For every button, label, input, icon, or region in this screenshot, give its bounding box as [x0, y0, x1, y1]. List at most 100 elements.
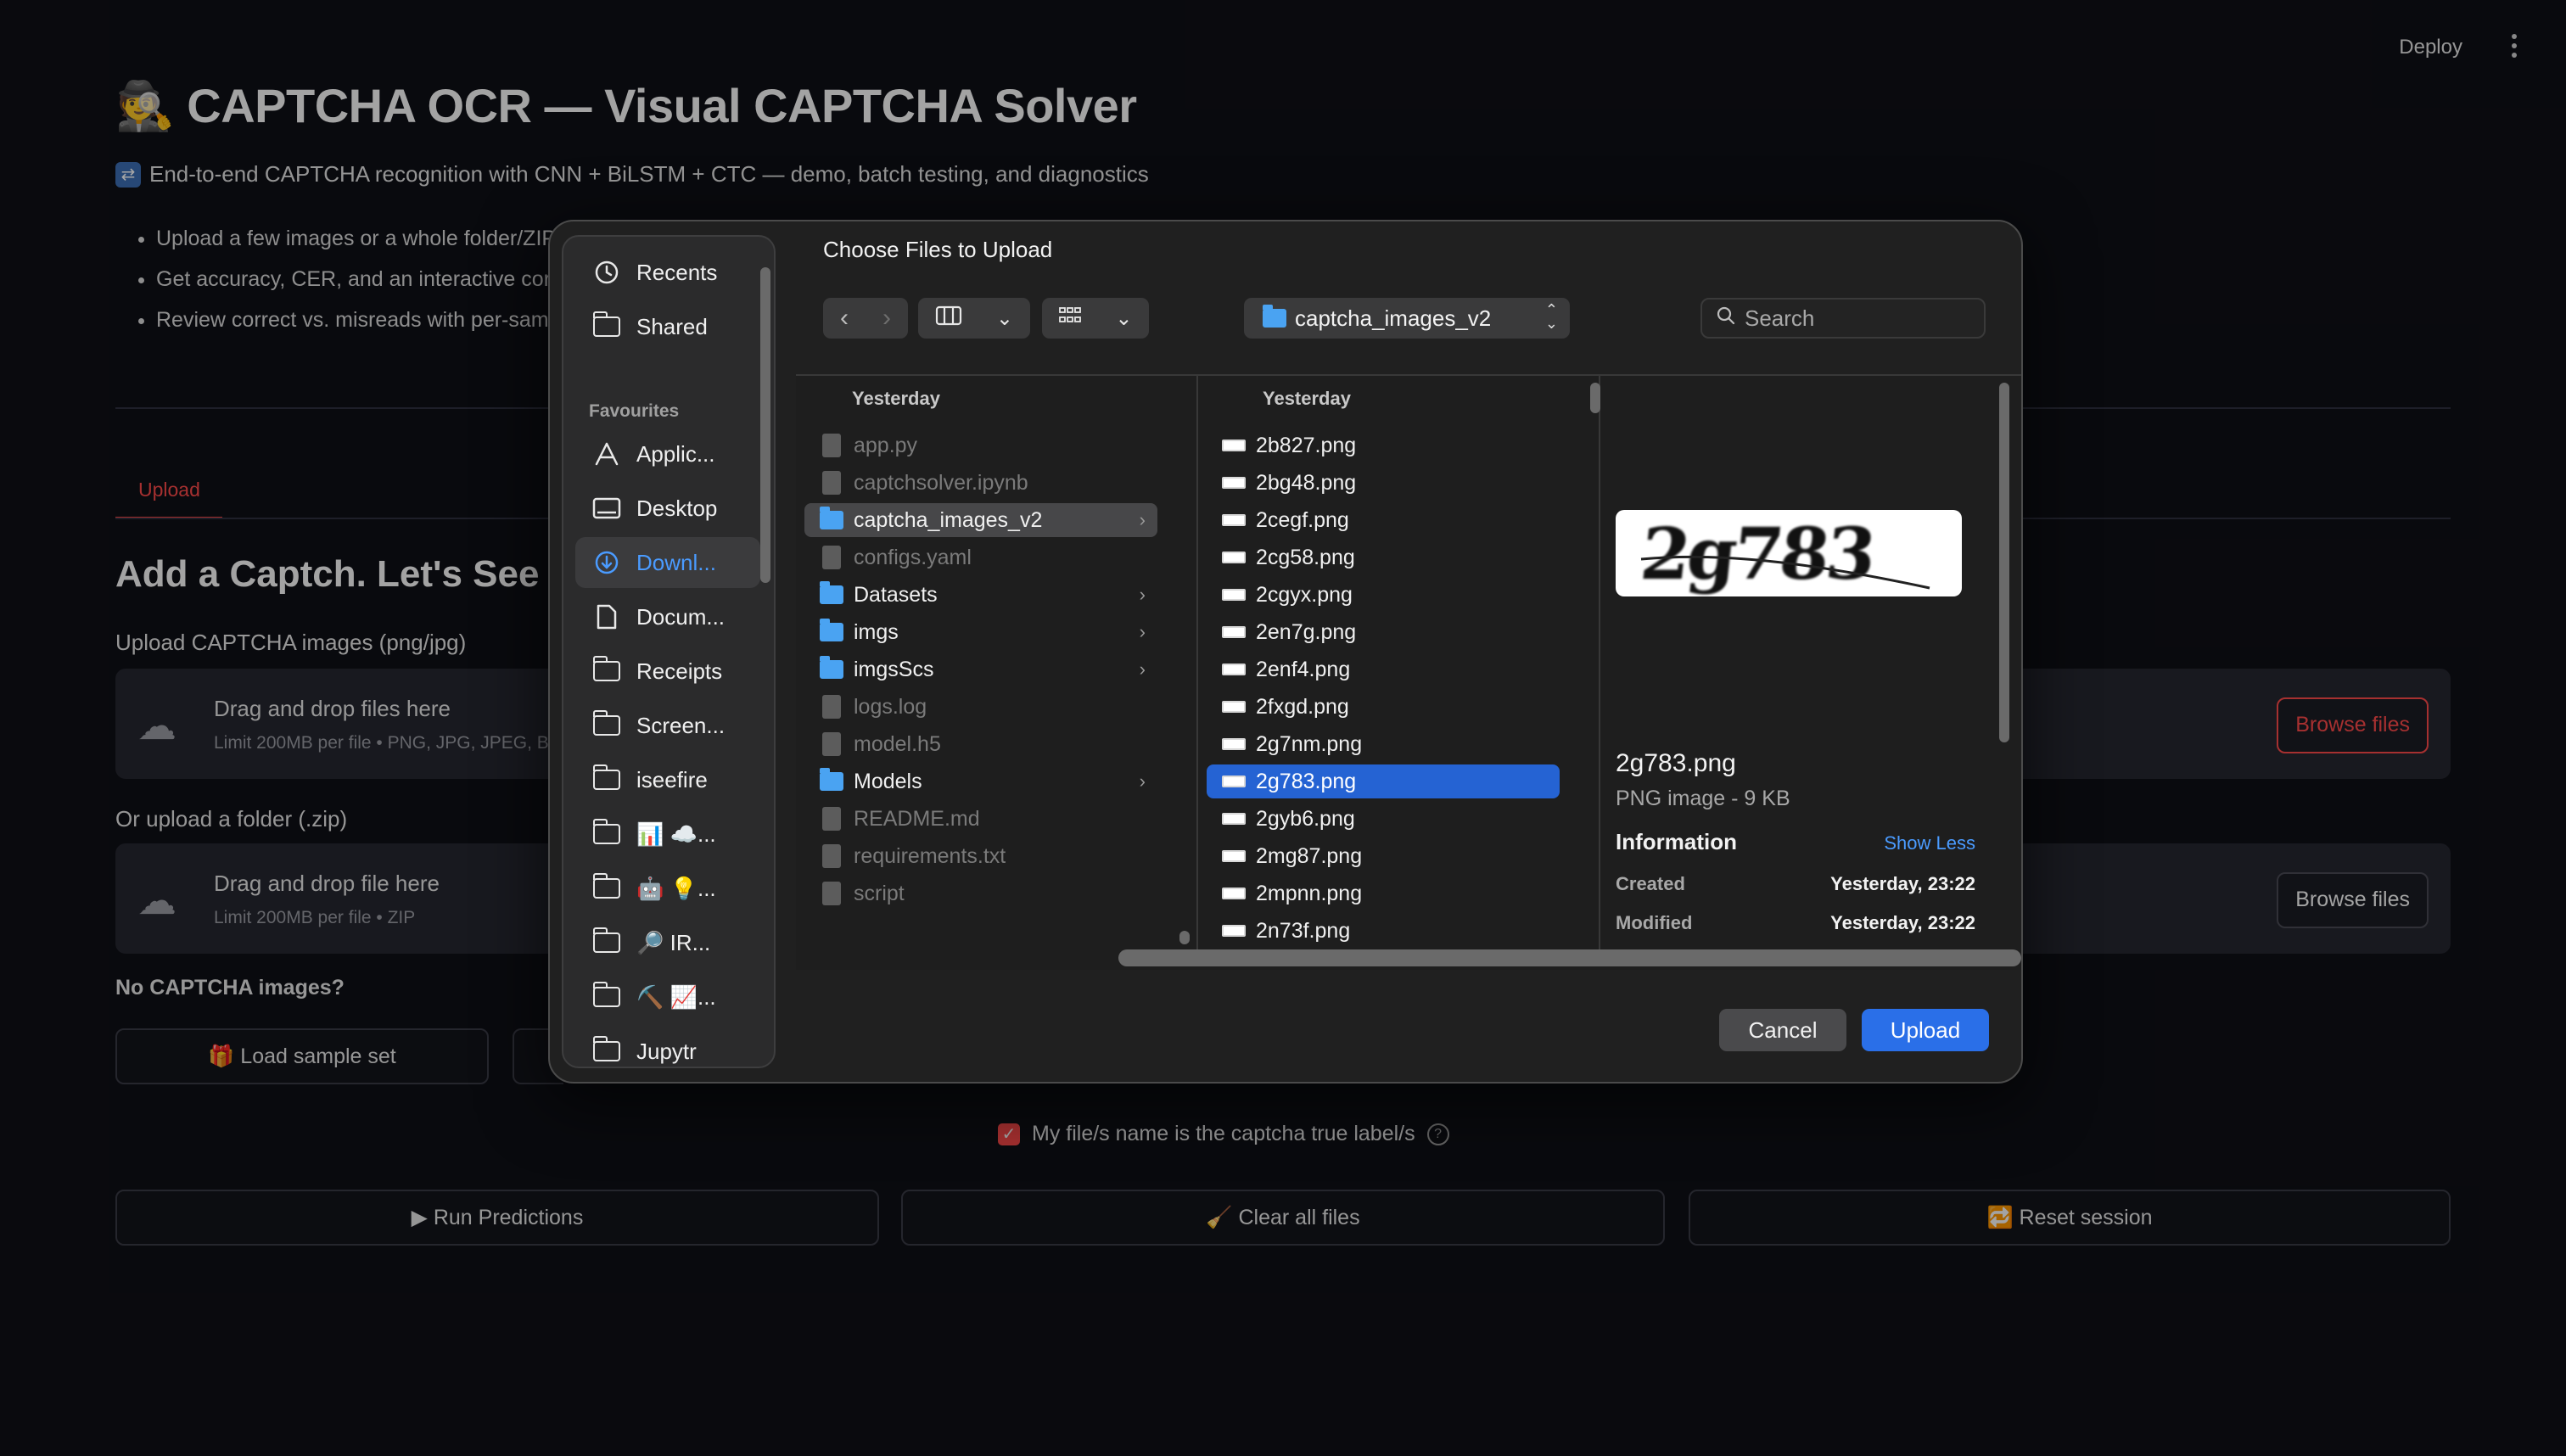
created-value: Yesterday, 23:22	[1830, 873, 1975, 894]
folder-icon	[592, 982, 621, 1010]
dialog-title: Choose Files to Upload	[823, 237, 1053, 262]
sidebar-item-folder[interactable]: 🤖 💡...	[575, 863, 760, 914]
file-row[interactable]: captchsolver.ipynb	[804, 466, 1157, 500]
file-row[interactable]: 2cg58.png	[1207, 540, 1560, 574]
group-view-toggle[interactable]: ⌄	[1042, 298, 1149, 339]
download-icon	[592, 550, 621, 575]
file-row[interactable]: 2gyb6.png	[1207, 802, 1560, 836]
column-view-toggle[interactable]: ⌄	[918, 298, 1030, 339]
file-row[interactable]: logs.log	[804, 690, 1157, 724]
folder-row[interactable]: imgsScs ›	[804, 652, 1157, 686]
sidebar-item-documents[interactable]: Docum...	[575, 591, 760, 642]
sidebar-scrollbar[interactable]	[760, 267, 770, 583]
sidebar-item-iseefire[interactable]: iseefire	[575, 754, 760, 805]
file-name: model.h5	[854, 731, 941, 756]
file-row[interactable]: model.h5	[804, 727, 1157, 761]
forward-icon[interactable]: ›	[882, 304, 891, 333]
image-file-icon	[1222, 626, 1246, 638]
preview-filename: 2g783.png	[1616, 749, 1736, 777]
navigation-buttons: ‹ ›	[823, 298, 908, 339]
file-name: 2cg58.png	[1256, 545, 1355, 569]
file-row[interactable]: configs.yaml	[804, 540, 1157, 574]
sidebar-item-applications[interactable]: Applic...	[575, 428, 760, 479]
sidebar-item-desktop[interactable]: Desktop	[575, 483, 760, 534]
document-icon	[592, 604, 621, 630]
file-name: Models	[854, 769, 922, 793]
file-row[interactable]: 2b827.png	[1207, 428, 1560, 462]
file-name: captchsolver.ipynb	[854, 470, 1028, 495]
sidebar-item-downloads[interactable]: Downl...	[575, 537, 760, 588]
sidebar-item-label: 📊 ☁️...	[636, 820, 716, 847]
file-row[interactable]: 2bg48.png	[1207, 466, 1560, 500]
file-name: 2gyb6.png	[1256, 806, 1355, 831]
file-row[interactable]: 2n73f.png	[1207, 914, 1560, 948]
search-field[interactable]: Search	[1700, 298, 1986, 339]
file-row[interactable]: app.py	[804, 428, 1157, 462]
sidebar-item-label: 🤖 💡...	[636, 875, 716, 901]
column-scrollbar[interactable]	[1590, 383, 1600, 413]
file-name: script	[854, 881, 905, 905]
file-name: imgs	[854, 619, 899, 644]
file-name: app.py	[854, 433, 918, 457]
image-file-icon	[1222, 776, 1246, 787]
folder-icon	[592, 764, 621, 792]
sidebar-item-screenshots[interactable]: Screen...	[575, 700, 760, 751]
sidebar-item-label: ⛏️ 📈...	[636, 983, 716, 1010]
cancel-button[interactable]: Cancel	[1719, 1009, 1846, 1051]
chevron-down-icon: ⌄	[995, 306, 1014, 330]
folder-icon	[820, 581, 843, 604]
sidebar-item-folder[interactable]: ⛏️ 📈...	[575, 972, 760, 1022]
file-row[interactable]: script	[804, 876, 1157, 910]
column-date-header: Yesterday	[1263, 388, 1351, 409]
shared-folder-icon	[592, 311, 621, 339]
file-row[interactable]: 2enf4.png	[1207, 652, 1560, 686]
grid-icon	[1058, 305, 1082, 332]
file-row[interactable]: 2en7g.png	[1207, 615, 1560, 649]
file-name: README.md	[854, 806, 980, 831]
sidebar-item-folder[interactable]: 🔎 IR...	[575, 917, 760, 968]
sidebar-item-receipts[interactable]: Receipts	[575, 646, 760, 697]
folder-row[interactable]: captcha_images_v2 ›	[804, 503, 1157, 537]
file-name: logs.log	[854, 694, 927, 719]
file-row[interactable]: 2mpnn.png	[1207, 876, 1560, 910]
file-row[interactable]: 2g7nm.png	[1207, 727, 1560, 761]
upload-button[interactable]: Upload	[1862, 1009, 1989, 1051]
modified-value: Yesterday, 23:22	[1830, 912, 1975, 933]
file-row[interactable]: 2mg87.png	[1207, 839, 1560, 873]
sidebar-item-jupytr[interactable]: Jupytr	[575, 1026, 760, 1067]
preview-scrollbar[interactable]	[1999, 383, 2009, 742]
sidebar-section-header: Favourites	[589, 401, 680, 421]
folder-row[interactable]: Models ›	[804, 764, 1157, 798]
sidebar-item-shared[interactable]: Shared	[575, 301, 760, 352]
file-name: 2fxgd.png	[1256, 694, 1349, 719]
image-file-icon	[1222, 440, 1246, 451]
information-heading: Information	[1616, 829, 1737, 854]
file-row[interactable]: 2cgyx.png	[1207, 578, 1560, 612]
folder-icon	[592, 927, 621, 955]
file-row[interactable]: requirements.txt	[804, 839, 1157, 873]
location-popup[interactable]: captcha_images_v2 ⌃ ⌄	[1244, 298, 1570, 339]
desktop-icon	[592, 496, 621, 521]
sidebar-item-label: Applic...	[636, 440, 715, 467]
sidebar-item-label: Desktop	[636, 495, 718, 521]
sidebar-item-recents[interactable]: Recents	[575, 247, 760, 298]
column-browser: Yesterday app.py captchsolver.ipynb captch…	[796, 374, 2021, 970]
folder-row[interactable]: imgs ›	[804, 615, 1157, 649]
file-name: Datasets	[854, 582, 938, 607]
back-icon[interactable]: ‹	[840, 304, 849, 333]
chevron-right-icon: ›	[1139, 770, 1146, 792]
up-down-chevron-icon: ⌃ ⌄	[1544, 301, 1558, 332]
folder-icon	[820, 507, 843, 529]
show-less-link[interactable]: Show Less	[1884, 832, 1975, 854]
file-row[interactable]: 2fxgd.png	[1207, 690, 1560, 724]
horizontal-scrollbar[interactable]	[1118, 949, 2021, 966]
folder-row[interactable]: Datasets ›	[804, 578, 1157, 612]
file-icon	[822, 546, 841, 569]
file-name: imgsScs	[854, 657, 934, 681]
file-name: 2cegf.png	[1256, 507, 1349, 532]
file-row[interactable]: 2g783.png	[1207, 764, 1560, 798]
sidebar-item-folder[interactable]: 📊 ☁️...	[575, 809, 760, 860]
location-label: captcha_images_v2	[1295, 305, 1492, 331]
file-row[interactable]: 2cegf.png	[1207, 503, 1560, 537]
file-row[interactable]: README.md	[804, 802, 1157, 836]
